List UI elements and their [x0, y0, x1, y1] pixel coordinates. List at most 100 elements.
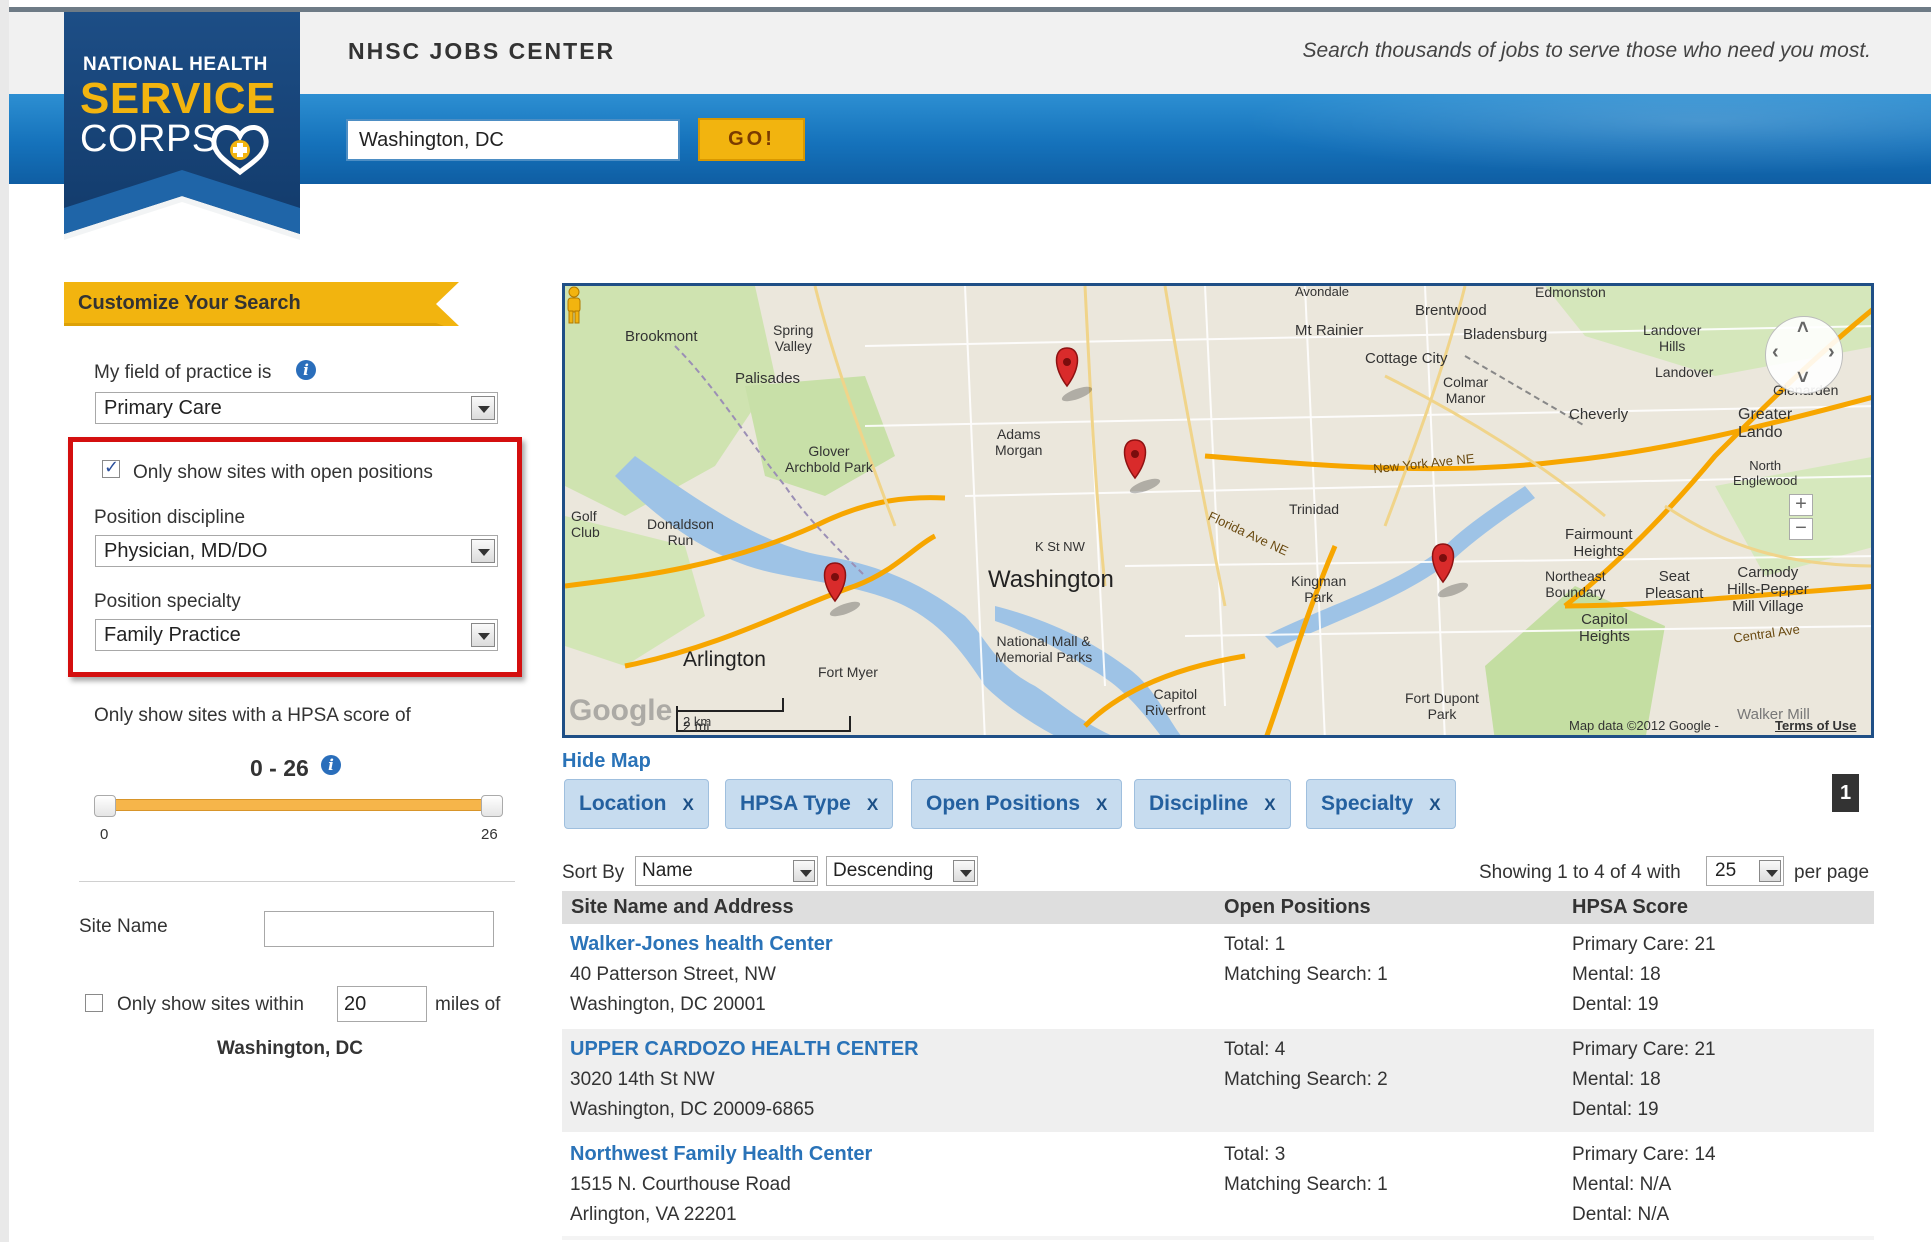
chevron-down-icon	[953, 860, 975, 882]
location-search-input[interactable]	[346, 119, 680, 161]
map[interactable]: Avondale Edmonston Brentwood Brookmont S…	[562, 283, 1874, 738]
left-edge	[0, 0, 9, 1242]
hpsa-slider-max-handle[interactable]	[481, 795, 503, 817]
map-label: National Mall & Memorial Parks	[995, 633, 1093, 665]
map-label: Capitol Heights	[1579, 611, 1630, 645]
sort-field-value: Name	[642, 860, 693, 881]
site-address-line-2: Arlington, VA 22201	[570, 1204, 737, 1225]
logo-line-1: NATIONAL HEALTH	[83, 54, 268, 75]
open-positions-checkbox[interactable]	[102, 457, 120, 478]
site-address-line-1: 40 Patterson Street, NW	[570, 964, 776, 985]
column-header-open-positions[interactable]: Open Positions	[1224, 896, 1371, 919]
close-icon[interactable]: X	[1264, 795, 1275, 814]
chevron-down-icon	[471, 623, 495, 647]
map-label: Fort Dupont Park	[1405, 690, 1479, 722]
chevron-down-icon	[793, 860, 815, 882]
filter-chip-label: Discipline	[1149, 792, 1249, 815]
info-icon[interactable]: i	[296, 360, 316, 380]
hpsa-score-label: Only show sites with a HPSA score of	[94, 705, 411, 726]
filter-chip-specialty[interactable]: Specialty X	[1306, 779, 1456, 829]
map-label: Glover Archbold Park	[785, 443, 873, 475]
open-positions-matching: Matching Search: 2	[1224, 1069, 1388, 1090]
hpsa-range-value: 0 - 26	[250, 755, 309, 781]
site-address-line-2: Washington, DC 20001	[570, 994, 766, 1015]
sort-field-select[interactable]: Name	[635, 856, 818, 886]
close-icon[interactable]: X	[1096, 795, 1107, 814]
chevron-left-icon[interactable]: ‹	[1772, 341, 1779, 364]
column-header-hpsa-score[interactable]: HPSA Score	[1572, 896, 1688, 919]
map-label: Colmar Manor	[1443, 374, 1489, 406]
site-name-input[interactable]	[264, 911, 494, 947]
map-label: Seat Pleasant	[1645, 568, 1704, 602]
go-button[interactable]: GO!	[698, 118, 805, 161]
terms-of-use-link[interactable]: Terms of Use	[1775, 718, 1856, 733]
map-label: Cottage City	[1365, 350, 1448, 367]
google-logo[interactable]: Google	[569, 694, 672, 728]
site-name-link[interactable]: UPPER CARDOZO HEALTH CENTER	[570, 1038, 919, 1061]
map-label: Landover Hills	[1643, 322, 1702, 354]
zoom-out-button[interactable]: −	[1789, 518, 1813, 540]
chevron-up-icon[interactable]: ˄	[1797, 317, 1809, 340]
nhsc-logo[interactable]: NATIONAL HEALTH SERVICE CORPS	[64, 12, 300, 242]
info-icon[interactable]: i	[321, 755, 341, 775]
map-label: Donaldson Run	[647, 516, 714, 548]
filter-chip-label: Specialty	[1321, 792, 1414, 815]
per-page-select[interactable]: 25	[1706, 856, 1784, 886]
miles-input[interactable]	[337, 986, 427, 1022]
chevron-down-icon[interactable]: ˅	[1797, 367, 1809, 390]
hpsa-slider-min-handle[interactable]	[94, 795, 116, 817]
map-label: Edmonston	[1535, 284, 1606, 300]
filter-chip-open-positions[interactable]: Open Positions X	[911, 779, 1123, 829]
hpsa-primary-care: Primary Care: 21	[1572, 934, 1716, 955]
open-positions-total: Total: 4	[1224, 1039, 1286, 1060]
page-title: NHSC JOBS CENTER	[348, 38, 616, 64]
close-icon[interactable]: X	[867, 795, 878, 814]
map-label: Fort Myer	[818, 664, 878, 680]
map-label: Arlington	[683, 648, 766, 671]
map-label: Mt Rainier	[1295, 322, 1364, 339]
site-address-line-1: 3020 14th St NW	[570, 1069, 715, 1090]
map-attribution: Map data ©2012 Google -	[1569, 718, 1719, 733]
zoom-in-button[interactable]: +	[1789, 494, 1813, 516]
position-discipline-label: Position discipline	[94, 507, 246, 528]
per-page-value: 25	[1715, 860, 1737, 881]
divider	[79, 881, 515, 882]
map-label: Golf Club	[571, 508, 600, 540]
map-label: Avondale	[1295, 284, 1349, 299]
map-label: Brookmont	[625, 328, 698, 345]
column-header-site[interactable]: Site Name and Address	[571, 896, 794, 919]
street-view-pegman-icon[interactable]	[565, 286, 583, 324]
chevron-right-icon[interactable]: ›	[1828, 341, 1835, 364]
filter-chip-location[interactable]: Location X	[564, 779, 709, 829]
map-label: Landover	[1655, 364, 1714, 380]
position-specialty-label: Position specialty	[94, 591, 241, 612]
sort-by-label: Sort By	[562, 862, 625, 883]
chevron-down-icon	[1759, 860, 1781, 882]
table-row: Walker-Jones health Center 40 Patterson …	[562, 924, 1874, 1027]
close-icon[interactable]: X	[683, 795, 694, 814]
sort-order-select[interactable]: Descending	[826, 856, 978, 886]
filter-chip-hpsa-type[interactable]: HPSA Type X	[725, 779, 894, 829]
sort-order-value: Descending	[833, 860, 934, 881]
map-pan-control[interactable]: ˄ ˅ ‹ ›	[1765, 316, 1843, 394]
site-name-link[interactable]: Northwest Family Health Center	[570, 1143, 872, 1166]
map-label: Washington	[988, 566, 1114, 593]
position-discipline-select[interactable]: Physician, MD/DO	[95, 535, 498, 567]
site-name-link[interactable]: Walker-Jones health Center	[570, 933, 833, 956]
open-positions-matching: Matching Search: 1	[1224, 1174, 1388, 1195]
position-specialty-select[interactable]: Family Practice	[95, 619, 498, 651]
filter-chip-discipline[interactable]: Discipline X	[1134, 779, 1291, 829]
hpsa-slider-track[interactable]	[100, 799, 496, 811]
showing-count-text: Showing 1 to 4 of 4 with	[1479, 862, 1681, 883]
map-label: Northeast Boundary	[1545, 568, 1606, 600]
map-label: Brentwood	[1415, 302, 1487, 319]
position-specialty-value: Family Practice	[104, 624, 241, 646]
within-miles-checkbox[interactable]	[85, 994, 103, 1012]
miles-of-label: miles of	[435, 994, 501, 1015]
close-icon[interactable]: X	[1429, 795, 1440, 814]
field-of-practice-select[interactable]: Primary Care	[95, 392, 498, 424]
hide-map-link[interactable]: Hide Map	[562, 750, 651, 773]
table-row: Northwest Family Health Center 1515 N. C…	[562, 1134, 1874, 1237]
map-label: North Englewood	[1733, 458, 1798, 488]
pagination-page-button[interactable]: 1	[1832, 774, 1859, 812]
